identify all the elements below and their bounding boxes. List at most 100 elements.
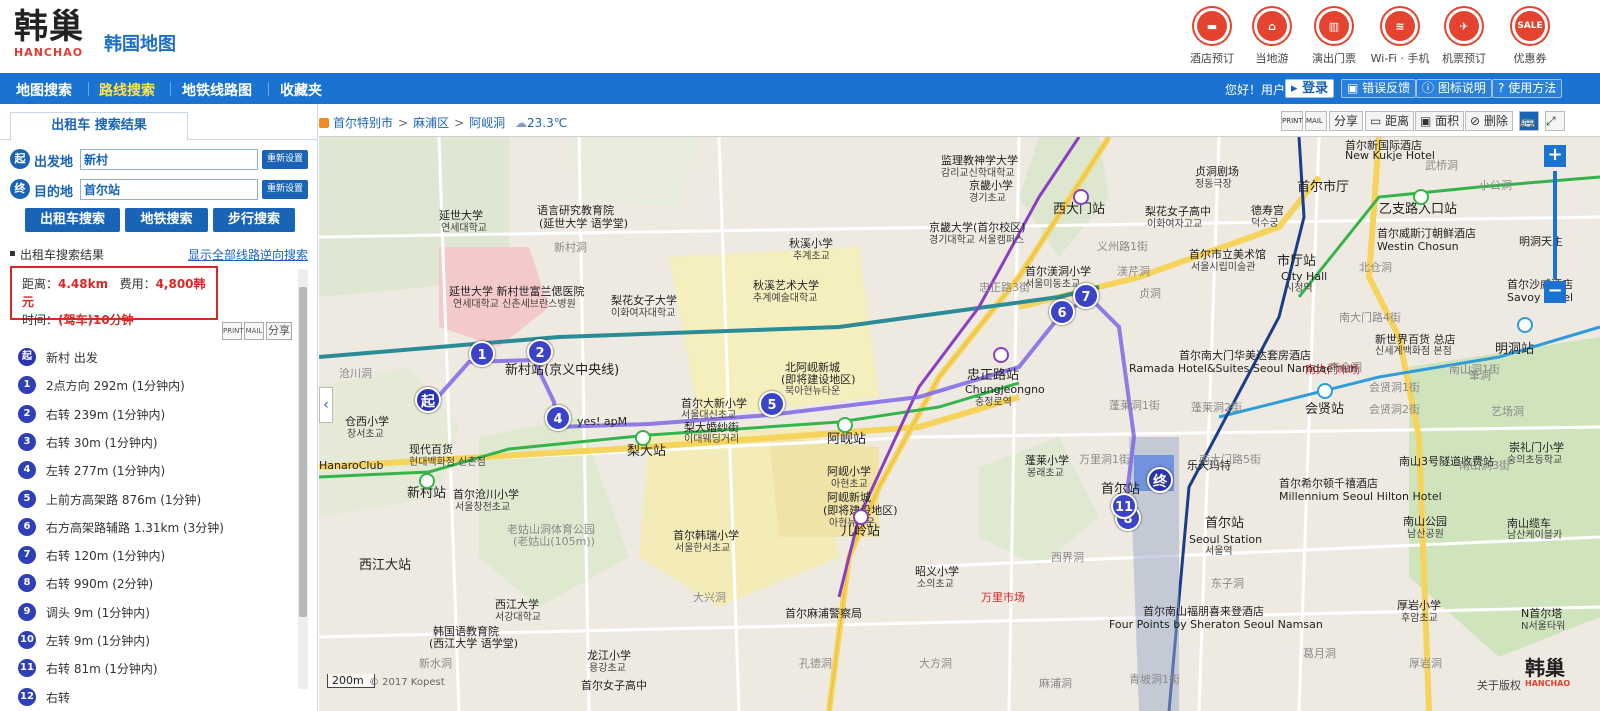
list-item[interactable]: 11 右转 81m (1分钟内) — [18, 657, 298, 681]
map-label-lang: 语言研究教育院 — [537, 204, 614, 217]
bus-icon[interactable]: 🚌 — [1519, 111, 1539, 131]
subway-station-icon[interactable] — [853, 509, 869, 525]
measure-distance-button[interactable]: ▭ 距离 — [1365, 111, 1415, 131]
tab-taxi-results[interactable]: 出租车 搜索结果 — [10, 112, 188, 141]
scrollbar-thumb[interactable] — [299, 287, 307, 617]
subway-station-icon[interactable] — [1073, 189, 1089, 205]
list-item[interactable]: 12 右转 — [18, 686, 298, 710]
hanchao-logo[interactable]: 韩巢 HANCHAO — [14, 8, 90, 64]
list-item[interactable]: 1 2点方向 292m (1分钟内) — [18, 374, 298, 398]
icon-legend-button[interactable]: ⓘ 图标说明 — [1416, 79, 1492, 98]
service-sale-tag[interactable]: SALE 优惠券 — [1498, 6, 1562, 66]
step-number-badge: 11 — [18, 659, 36, 678]
subway-station-icon[interactable] — [1413, 189, 1429, 205]
breadcrumb-city[interactable]: 首尔特别市 — [333, 116, 393, 130]
subway-station-icon[interactable] — [1317, 383, 1333, 399]
list-item[interactable]: 4 左转 277m (1分钟内) — [18, 459, 298, 483]
nav-route-search[interactable]: 路线搜索 — [99, 80, 155, 100]
service-label: 演出门票 — [1312, 52, 1356, 65]
subway-station-icon[interactable] — [993, 347, 1009, 363]
map-label-galwol: 葛月洞 — [1303, 647, 1336, 660]
map-mail-button[interactable]: MAIL — [1305, 111, 1327, 131]
copyright-link[interactable]: 关于版权 — [1477, 677, 1521, 693]
subway-search-button[interactable]: 地铁搜索 — [125, 208, 208, 232]
list-item[interactable]: 5 上前方高架路 876m (1分钟) — [18, 488, 298, 512]
route-step-pin[interactable]: 11 — [1111, 493, 1137, 519]
route-step-pin[interactable]: 5 — [759, 391, 785, 417]
map-canvas[interactable]: 延世大学 연세대학교 语言研究教育院 (延世大学 语学堂) 新村洞 延世大学 新村世富兰偲… — [319, 137, 1600, 711]
origin-input[interactable] — [80, 149, 258, 170]
service-palace[interactable]: ⌂ 当地游 — [1240, 6, 1304, 66]
route-step-pin[interactable]: 6 — [1049, 299, 1075, 325]
collapse-panel-button[interactable]: ‹ — [319, 387, 333, 423]
origin-reset-button[interactable]: 重新设置 — [262, 150, 308, 169]
service-icon-glyph: ▥ — [1319, 11, 1349, 41]
list-item[interactable]: 10 左转 9m (1分钟内) — [18, 629, 298, 653]
taxi-search-button[interactable]: 出租车搜索 — [25, 208, 120, 232]
reverse-search-link[interactable]: 逆向搜索 — [260, 246, 308, 263]
breadcrumb-dong[interactable]: 阿岘洞 — [469, 116, 505, 130]
route-step-pin[interactable]: 2 — [527, 339, 553, 365]
route-step-pin[interactable]: 7 — [1073, 283, 1099, 309]
map-print-button[interactable]: PRINT — [1281, 111, 1303, 131]
map-label-westin: 首尔威斯汀朝鲜酒店 — [1377, 227, 1476, 240]
zoom-out-button[interactable]: − — [1544, 281, 1566, 303]
map-label-sogang-st: 西江大站 — [359, 558, 412, 573]
error-report-label: 错误反馈 — [1362, 81, 1411, 95]
service-airplane[interactable]: ✈ 机票预订 — [1432, 6, 1496, 66]
usage-help-button[interactable]: ? 使用方法 — [1492, 79, 1563, 98]
service-label: Wi-Fi · 手机 — [1370, 52, 1430, 65]
zoom-in-button[interactable]: + — [1544, 145, 1566, 167]
list-item[interactable]: 7 右转 120m (1分钟内) — [18, 544, 298, 568]
show-all-routes-link[interactable]: 显示全部线路 — [188, 246, 260, 263]
list-item[interactable]: 8 右转 990m (2分钟) — [18, 572, 298, 596]
share-button[interactable]: 分享 — [266, 322, 292, 340]
map-label-bongrae-k: 봉래초교 — [1027, 468, 1064, 479]
map-label-ehwa-dept-k: 이대웨딩거리 — [684, 434, 740, 445]
map-label-idae: 梨大站 — [627, 444, 667, 459]
subway-station-icon[interactable] — [419, 473, 435, 489]
list-item[interactable]: 9 调头 9m (1分钟内) — [18, 601, 298, 625]
map-label-seogye: 西界洞 — [1051, 551, 1084, 564]
list-item[interactable]: 起 新村 出发 — [18, 346, 298, 370]
nav-subway-map[interactable]: 地铁线路图 — [182, 80, 252, 100]
route-panel: 出租车 搜索结果 起 出发地 重新设置 终 目的地 重新设置 出租车搜索 地铁搜… — [0, 104, 318, 711]
map-label-westin-en: Westin Chosun — [1377, 240, 1459, 253]
subway-station-icon[interactable] — [837, 417, 853, 433]
step-number-badge: 2 — [18, 404, 36, 423]
zoom-slider[interactable] — [1553, 171, 1557, 279]
destination-input[interactable] — [80, 179, 258, 200]
measure-area-button[interactable]: ▣ 面积 — [1415, 111, 1465, 131]
list-item[interactable]: 2 右转 239m (1分钟内) — [18, 403, 298, 427]
site-title[interactable]: 韩国地图 — [104, 30, 176, 56]
destination-reset-button[interactable]: 重新设置 — [262, 180, 308, 199]
route-end-pin[interactable]: 终 — [1147, 467, 1173, 493]
map-label-bukahyeon-k: 북아현뉴타운 — [785, 386, 841, 397]
map-label-euljiro: 乙支路入口站 — [1379, 202, 1458, 217]
service-hotel-bed[interactable]: ▬ 酒店预订 — [1180, 6, 1244, 66]
login-button[interactable]: ▸ 登录 — [1285, 79, 1335, 98]
service-wifi[interactable]: ≋ Wi-Fi · 手机 — [1368, 6, 1432, 66]
nav-favorites[interactable]: 收藏夹 — [280, 80, 322, 100]
subway-station-icon[interactable] — [1517, 317, 1533, 333]
map-label-sungnyemun: 崇礼门小学 — [1509, 441, 1564, 454]
route-step-pin[interactable]: 1 — [469, 341, 495, 367]
list-item[interactable]: 6 右方高架路辅路 1.31km (3分钟) — [18, 516, 298, 540]
fullscreen-icon[interactable]: ⤢ — [1545, 111, 1565, 131]
map-label-yongang: 龙江小学 — [587, 649, 631, 662]
delete-button[interactable]: ⊘ 删除 — [1465, 111, 1513, 131]
subway-station-icon[interactable] — [635, 430, 651, 446]
service-theater[interactable]: ▥ 演出门票 — [1302, 6, 1366, 66]
route-step-pin[interactable]: 4 — [545, 405, 571, 431]
route-start-pin[interactable]: 起 — [415, 387, 441, 413]
mail-button[interactable]: MAIL — [244, 322, 264, 340]
map-share-button[interactable]: 分享 — [1329, 111, 1364, 131]
list-item[interactable]: 3 右转 30m (1分钟内) — [18, 431, 298, 455]
nav-map-search[interactable]: 地图搜索 — [16, 80, 72, 100]
breadcrumb-district[interactable]: 麻浦区 — [413, 116, 449, 130]
error-report-button[interactable]: ▣ 错误反馈 — [1341, 79, 1417, 98]
walk-search-button[interactable]: 步行搜索 — [213, 208, 295, 232]
print-button[interactable]: PRINT — [222, 322, 244, 340]
map-label-fourpoints: 首尔南山福朋喜来登酒店 — [1143, 605, 1264, 618]
panel-scrollbar[interactable] — [298, 269, 308, 689]
